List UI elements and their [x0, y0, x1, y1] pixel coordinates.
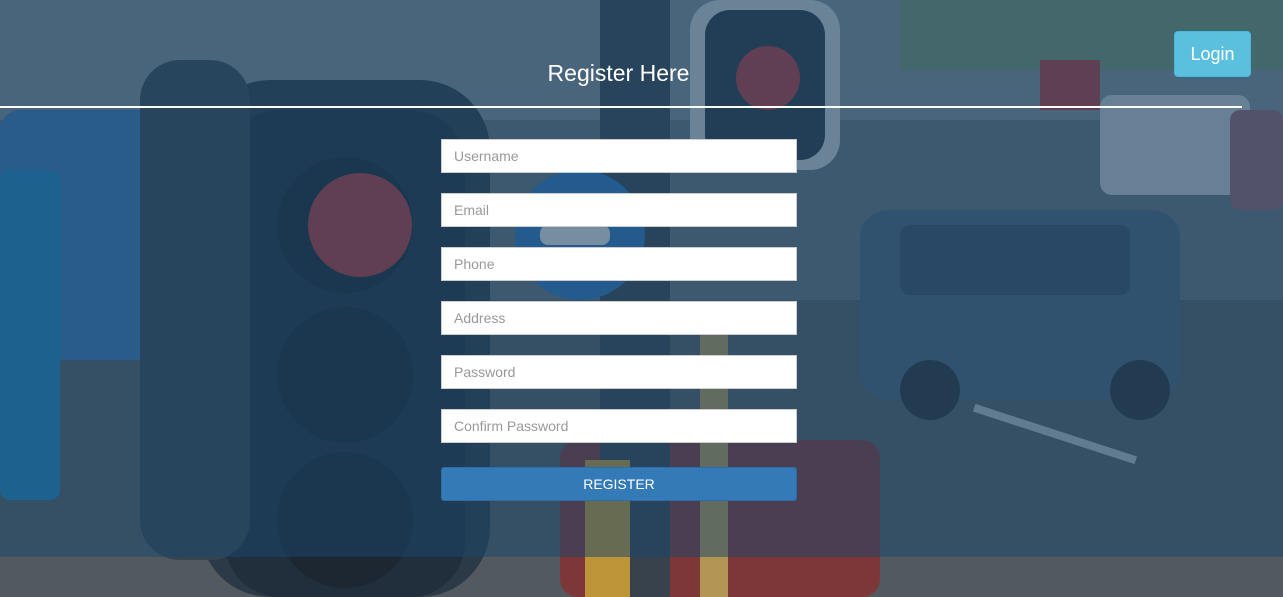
page-title: Register Here [547, 60, 690, 86]
header-divider [0, 106, 1242, 108]
username-field[interactable] [441, 139, 797, 173]
password-field[interactable] [441, 355, 797, 389]
confirm-password-field[interactable] [441, 409, 797, 443]
register-page: Register Here Login REGISTER [0, 0, 1283, 597]
register-button[interactable]: REGISTER [441, 467, 797, 501]
login-button[interactable]: Login [1174, 31, 1251, 77]
register-form: REGISTER [441, 139, 797, 501]
address-field[interactable] [441, 301, 797, 335]
bottom-photo-strip [0, 557, 1283, 597]
phone-field[interactable] [441, 247, 797, 281]
email-field[interactable] [441, 193, 797, 227]
